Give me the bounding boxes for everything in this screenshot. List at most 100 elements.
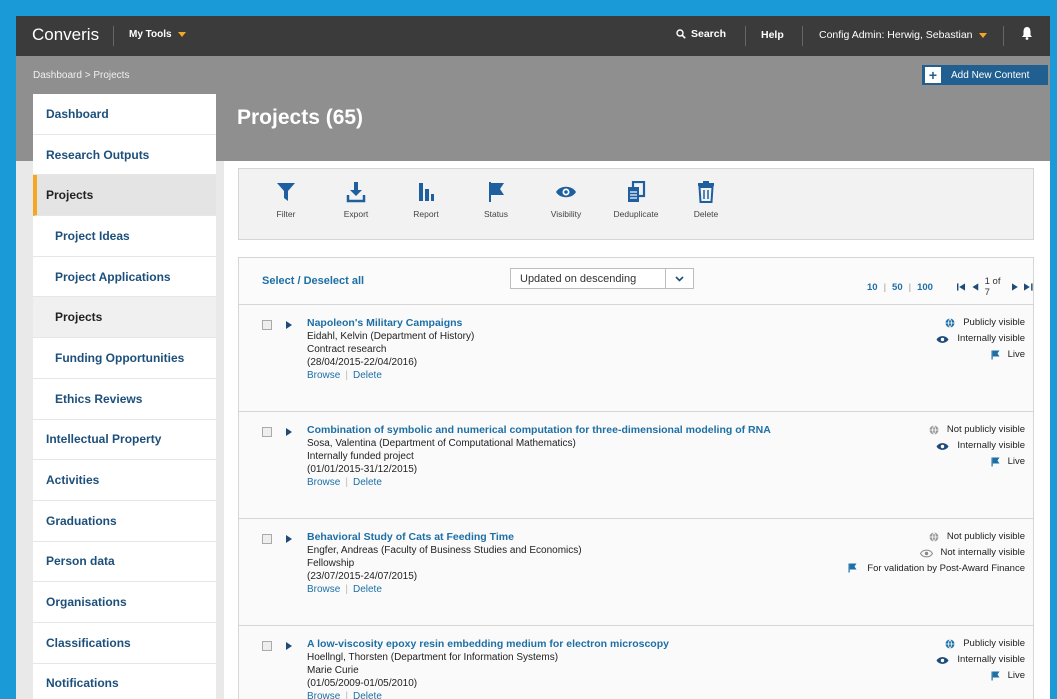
item-type: Marie Curie xyxy=(307,665,359,676)
tool-label: Export xyxy=(343,209,369,219)
add-new-content-button[interactable]: + Add New Content xyxy=(922,65,1048,85)
sidebar-item-label: Projects xyxy=(46,188,94,203)
sidebar-item-label: Project Ideas xyxy=(55,228,130,243)
eye-icon xyxy=(556,186,576,198)
sidebar-item-funding-opportunities[interactable]: Funding Opportunities xyxy=(33,338,216,379)
pagination: 10 | 50 | 100 1 of 7 xyxy=(867,276,1033,298)
row-checkbox[interactable] xyxy=(262,427,272,437)
sidebar-item-classifications[interactable]: Classifications xyxy=(33,623,216,664)
sidebar-item-notifications[interactable]: Notifications xyxy=(33,664,216,699)
top-bar: Converis My Tools Search Help Config Adm… xyxy=(16,16,1050,56)
app-frame: Converis My Tools Search Help Config Adm… xyxy=(16,16,1050,699)
page-size-10[interactable]: 10 xyxy=(867,282,878,293)
expand-arrow-icon[interactable] xyxy=(286,321,292,329)
item-title-link[interactable]: Combination of symbolic and numerical co… xyxy=(307,424,847,436)
page-info: 1 of 7 xyxy=(984,276,1001,298)
visibility-status: Publicly visible xyxy=(963,317,1025,328)
delete-link[interactable]: Delete xyxy=(353,370,382,381)
sidebar-item-research-outputs[interactable]: Research Outputs xyxy=(33,135,216,176)
visibility-button[interactable]: Visibility xyxy=(536,181,596,219)
divider: | xyxy=(908,281,912,293)
item-type: Internally funded project xyxy=(307,451,414,462)
user-menu[interactable]: Config Admin: Herwig, Sebastian xyxy=(819,29,987,41)
browse-link[interactable]: Browse xyxy=(307,691,340,699)
internal-status: Not internally visible xyxy=(940,547,1025,558)
sidebar-item-label: Research Outputs xyxy=(46,147,150,162)
filter-button[interactable]: Filter xyxy=(256,181,316,219)
page-size-50[interactable]: 50 xyxy=(892,282,903,293)
item-dates: (01/05/2009-01/05/2010) xyxy=(307,678,418,689)
expand-arrow-icon[interactable] xyxy=(286,535,292,543)
divider: | xyxy=(345,477,348,488)
breadcrumb[interactable]: Dashboard > Projects xyxy=(33,70,129,81)
export-button[interactable]: Export xyxy=(326,181,386,219)
results-list: Select / Deselect all Updated on descend… xyxy=(238,257,1034,699)
sort-value: Updated on descending xyxy=(520,272,637,285)
next-page-icon[interactable] xyxy=(1011,283,1018,291)
search-button[interactable]: Search xyxy=(676,28,726,40)
report-button[interactable]: Report xyxy=(396,181,456,219)
sidebar-item-organisations[interactable]: Organisations xyxy=(33,582,216,623)
item-title-link[interactable]: Napoleon's Military Campaigns xyxy=(307,317,847,329)
previous-page-icon[interactable] xyxy=(972,283,979,291)
globe-icon xyxy=(945,639,955,649)
sidebar-item-label: Projects xyxy=(55,310,103,325)
eye-icon xyxy=(936,335,949,343)
flag-icon xyxy=(991,671,1000,681)
browse-link[interactable]: Browse xyxy=(307,370,340,381)
sidebar-item-dashboard[interactable]: Dashboard xyxy=(33,94,216,135)
tool-label: Filter xyxy=(276,209,296,219)
sidebar-item-activities[interactable]: Activities xyxy=(33,460,216,501)
sidebar-item-ethics-reviews[interactable]: Ethics Reviews xyxy=(33,379,216,420)
sidebar-item-person-data[interactable]: Person data xyxy=(33,542,216,583)
delete-button[interactable]: Delete xyxy=(676,181,736,219)
expand-arrow-icon[interactable] xyxy=(286,642,292,650)
sidebar-item-projects[interactable]: Projects xyxy=(33,175,216,217)
first-page-icon[interactable] xyxy=(957,283,966,291)
last-page-icon[interactable] xyxy=(1024,283,1033,291)
internal-status: Internally visible xyxy=(957,333,1025,344)
select-all-link[interactable]: Select / Deselect all xyxy=(262,275,364,287)
delete-link[interactable]: Delete xyxy=(353,584,382,595)
deduplicate-button[interactable]: Deduplicate xyxy=(606,181,666,219)
app-brand[interactable]: Converis xyxy=(32,25,99,45)
divider xyxy=(745,26,746,46)
delete-link[interactable]: Delete xyxy=(353,691,382,699)
sidebar-item-project-applications[interactable]: Project Applications xyxy=(33,257,216,298)
sidebar-item-graduations[interactable]: Graduations xyxy=(33,501,216,542)
globe-icon xyxy=(929,425,939,435)
flag-icon xyxy=(848,563,857,573)
row-checkbox[interactable] xyxy=(262,641,272,651)
tool-label: Deduplicate xyxy=(613,209,659,219)
help-link[interactable]: Help xyxy=(761,29,784,41)
divider: | xyxy=(345,370,348,381)
sidebar-item-label: Intellectual Property xyxy=(46,432,162,447)
expand-arrow-icon[interactable] xyxy=(286,428,292,436)
sidebar-item-label: Activities xyxy=(46,473,100,488)
sidebar-item-projects-sub[interactable]: Projects xyxy=(33,297,216,339)
item-person: Hoellngl, Thorsten (Department for Infor… xyxy=(307,652,559,663)
copy-icon xyxy=(628,181,646,202)
browse-link[interactable]: Browse xyxy=(307,584,340,595)
delete-link[interactable]: Delete xyxy=(353,477,382,488)
row-checkbox[interactable] xyxy=(262,320,272,330)
sidebar-item-project-ideas[interactable]: Project Ideas xyxy=(33,216,216,257)
browse-link[interactable]: Browse xyxy=(307,477,340,488)
sidebar-item-intellectual-property[interactable]: Intellectual Property xyxy=(33,420,216,461)
status-button[interactable]: Status xyxy=(466,181,526,219)
item-title-link[interactable]: A low-viscosity epoxy resin embedding me… xyxy=(307,638,847,650)
bell-icon xyxy=(1022,27,1032,40)
row-checkbox[interactable] xyxy=(262,534,272,544)
my-tools-menu[interactable]: My Tools xyxy=(129,29,186,40)
bar-chart-icon xyxy=(419,183,434,201)
notifications-button[interactable] xyxy=(1021,26,1033,45)
list-item: Napoleon's Military Campaigns Eidahl, Ke… xyxy=(239,305,1033,412)
sort-select[interactable]: Updated on descending xyxy=(510,268,694,289)
divider: | xyxy=(883,281,887,293)
divider xyxy=(113,26,114,46)
item-title-link[interactable]: Behavioral Study of Cats at Feeding Time xyxy=(307,531,847,543)
list-header: Select / Deselect all Updated on descend… xyxy=(239,258,1033,305)
flag-icon xyxy=(991,350,1000,360)
item-status: Not publicly visible Internally visible … xyxy=(825,424,1025,472)
page-size-100[interactable]: 100 xyxy=(917,282,933,293)
